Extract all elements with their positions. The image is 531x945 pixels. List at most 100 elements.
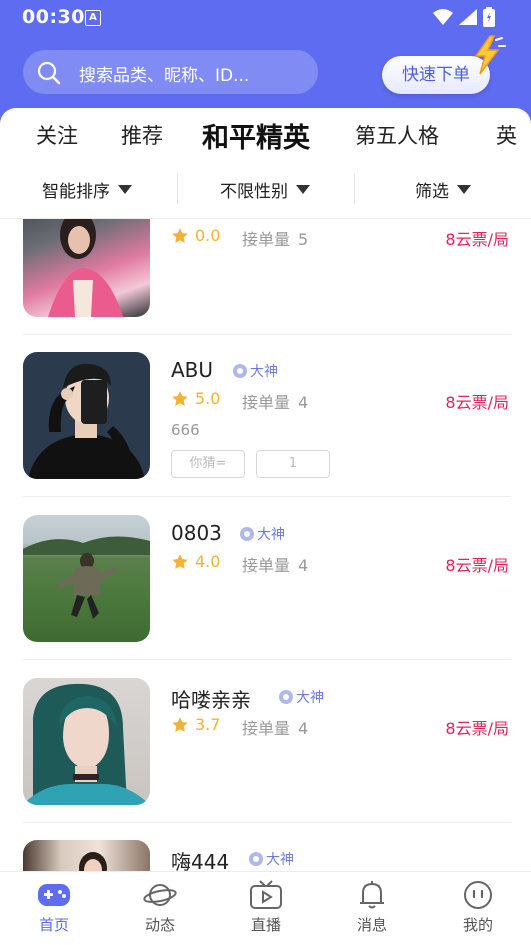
order-count-value: 4 — [298, 393, 309, 412]
order-count-value: 5 — [298, 230, 309, 249]
nav-profile-label: 我的 — [462, 916, 493, 934]
status-icons — [433, 7, 495, 27]
badge-icon — [249, 852, 263, 866]
order-count: 接单量 4 — [242, 715, 308, 739]
price: 8云票/局 — [445, 556, 509, 575]
badge-label: 大神 — [266, 852, 294, 868]
tag: 1 — [256, 450, 330, 478]
rating-value: 4.0 — [195, 552, 221, 571]
battery-icon — [483, 7, 495, 27]
badge-label: 大神 — [296, 690, 324, 706]
avatar — [23, 840, 150, 871]
dropdown-triangle-icon — [296, 185, 310, 194]
player-name: 嗨444 — [171, 850, 230, 871]
nav-feed-label: 动态 — [144, 916, 175, 934]
gender-dropdown[interactable]: 不限性别 — [220, 177, 310, 202]
nav-profile[interactable]: 我的 — [438, 880, 518, 935]
price: 8云票/局 — [445, 393, 509, 412]
price: 8云票/局 — [445, 719, 509, 738]
lightning-icon — [466, 34, 506, 80]
status-bar: 00:30 A — [0, 0, 531, 36]
list-item[interactable]: ABU 大神 5.0 接单量 4 8云票/局 666 你猜= 1 — [0, 335, 531, 497]
dropdown-triangle-icon — [457, 185, 471, 194]
search-input[interactable]: 搜索品类、昵称、ID... — [23, 50, 318, 94]
search-placeholder: 搜索品类、昵称、ID... — [79, 66, 250, 86]
verified-badge: 大神 — [240, 524, 285, 544]
avatar — [23, 678, 150, 805]
order-count-label: 接单量 — [242, 556, 291, 575]
dropdown-triangle-icon — [118, 185, 132, 194]
rating-value: 5.0 — [195, 389, 221, 408]
badge-icon — [279, 690, 293, 704]
list-item[interactable]: 嗨444 大神 — [0, 823, 531, 871]
avatar — [23, 515, 150, 642]
avatar — [23, 352, 150, 479]
order-count-label: 接单量 — [242, 719, 291, 738]
rating: 5.0 — [171, 389, 220, 408]
price: 8云票/局 — [445, 230, 509, 249]
badge-icon — [240, 527, 254, 541]
tag: 你猜= — [171, 450, 245, 478]
player-list: 0.0 接单量 5 8云票/局 ABU 大神 5.0 接单量 4 8云票/局 6… — [0, 219, 531, 871]
star-icon — [172, 553, 188, 569]
rating-value: 0.0 — [195, 226, 221, 245]
nav-messages-label: 消息 — [356, 916, 387, 934]
order-count: 接单量 4 — [242, 552, 308, 576]
badge-label: 大神 — [250, 364, 278, 380]
planet-icon — [143, 884, 177, 906]
star-icon — [172, 716, 188, 732]
smile-face-icon — [464, 881, 492, 909]
signal-icon — [459, 9, 477, 25]
badge-label: 大神 — [257, 527, 285, 543]
list-item[interactable]: 0.0 接单量 5 8云票/局 — [0, 219, 531, 317]
filter-dropdown[interactable]: 筛选 — [415, 177, 471, 202]
tab-peace-elite[interactable]: 和平精英 — [202, 116, 310, 155]
bell-icon — [360, 881, 384, 909]
nav-messages[interactable]: 消息 — [332, 880, 412, 935]
nav-home-label: 首页 — [38, 916, 69, 934]
notification-icon: A — [85, 10, 101, 26]
divider — [354, 174, 355, 204]
tab-recommend[interactable]: 推荐 — [121, 120, 163, 150]
order-count-label: 接单量 — [242, 393, 291, 412]
verified-badge: 大神 — [249, 849, 294, 869]
player-name: 0803 — [171, 521, 222, 545]
sort-label: 智能排序 — [42, 182, 110, 202]
star-icon — [172, 390, 188, 406]
order-count-value: 4 — [298, 719, 309, 738]
order-count: 接单量 4 — [242, 389, 308, 413]
status-time: 00:30 — [22, 6, 85, 28]
player-name: 哈喽亲亲 — [171, 688, 251, 712]
filter-bar: 智能排序 不限性别 筛选 — [0, 160, 531, 219]
divider — [177, 174, 178, 204]
verified-badge: 大神 — [279, 687, 324, 707]
nav-feed[interactable]: 动态 — [120, 880, 200, 935]
star-icon — [172, 227, 188, 243]
order-count-value: 4 — [298, 556, 309, 575]
nav-live[interactable]: 直播 — [226, 880, 306, 935]
rating: 4.0 — [171, 552, 220, 571]
verified-badge: 大神 — [233, 361, 278, 381]
gender-label: 不限性别 — [220, 182, 288, 202]
player-description: 666 — [171, 421, 200, 439]
order-count-label: 接单量 — [242, 230, 291, 249]
list-item[interactable]: 0803 大神 4.0 接单量 4 8云票/局 — [0, 497, 531, 659]
search-icon — [37, 61, 61, 89]
tv-icon — [250, 880, 282, 909]
player-name: ABU — [171, 358, 214, 382]
bottom-nav: 首页 动态 直播 消息 我的 — [0, 871, 531, 945]
badge-icon — [233, 364, 247, 378]
tab-identity-v[interactable]: 第五人格 — [355, 120, 439, 150]
sort-dropdown[interactable]: 智能排序 — [42, 177, 132, 202]
order-count: 接单量 5 — [242, 226, 308, 250]
gamepad-icon — [38, 884, 70, 906]
list-item[interactable]: 哈喽亲亲 大神 3.7 接单量 4 8云票/局 — [0, 660, 531, 822]
rating: 0.0 — [171, 226, 220, 245]
tab-follow[interactable]: 关注 — [36, 120, 78, 150]
filter-label: 筛选 — [415, 182, 449, 202]
category-tabs: 关注 推荐 和平精英 第五人格 英 — [0, 108, 531, 160]
nav-home[interactable]: 首页 — [14, 880, 94, 935]
rating-value: 3.7 — [195, 715, 221, 734]
tab-hero[interactable]: 英 — [496, 120, 517, 150]
avatar — [23, 219, 150, 317]
